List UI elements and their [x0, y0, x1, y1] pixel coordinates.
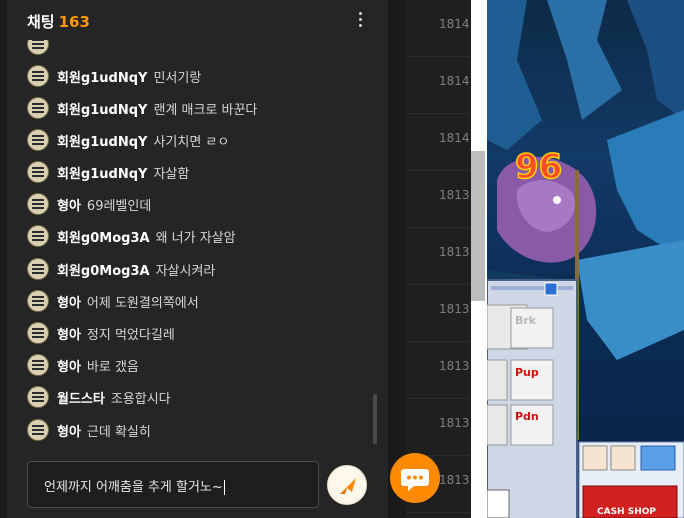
- list-item: [27, 40, 367, 56]
- list-number: 1813: [439, 473, 470, 487]
- list-number: 1813: [439, 302, 470, 316]
- list-number: 1813: [439, 245, 470, 259]
- speech-bubble-icon: [401, 469, 429, 491]
- message-text: 근데 확실히: [86, 424, 151, 440]
- stream-video[interactable]: 96 Brk Pup Pdn CASH SHOP: [487, 0, 684, 518]
- list-item: 형아 정지 먹었다길레: [27, 321, 367, 345]
- chat-header: 채팅 163: [7, 0, 388, 40]
- list-item: 회원g1udNqY 랜계 매크로 바꾼다: [27, 96, 367, 120]
- avatar: [27, 258, 49, 280]
- message-nickname[interactable]: 회원g1udNqY: [57, 131, 147, 150]
- message-nickname[interactable]: 월드스타: [57, 388, 105, 407]
- game-scene: 96 Brk Pup Pdn CASH SHOP: [487, 0, 684, 518]
- avatar: [27, 161, 49, 183]
- list-item: 형아 바로 갰음: [27, 353, 367, 377]
- message-text: 정지 먹었다길레: [86, 327, 175, 343]
- kebab-icon[interactable]: [354, 12, 366, 30]
- list-item: 회원g0Mog3A 자살시켜라: [27, 257, 367, 281]
- avatar: [27, 322, 49, 344]
- avatar: [27, 97, 49, 119]
- message-nickname[interactable]: 회원g1udNqY: [57, 99, 147, 118]
- message-nickname[interactable]: 회원g0Mog3A: [57, 260, 150, 279]
- message-nickname[interactable]: 회원g1udNqY: [57, 67, 147, 86]
- list-item[interactable]: 1813: [406, 171, 471, 228]
- page-scroll-thumb[interactable]: [471, 151, 485, 301]
- list-item: 회원g1udNqY 민서기랑: [27, 64, 367, 88]
- avatar: [27, 354, 49, 376]
- message-text: 랜계 매크로 바꾼다: [153, 102, 258, 118]
- message-nickname[interactable]: 회원g1udNqY: [57, 163, 147, 182]
- chat-title: 채팅 163: [27, 11, 90, 32]
- list-item[interactable]: 1813: [406, 399, 471, 456]
- number-list: 1814 1814 1814 1813 1813 1813 1813 1813 …: [406, 0, 471, 518]
- chat-input-value[interactable]: 언제까지 어깨춤을 추게 할거노~: [44, 476, 225, 495]
- avatar: [27, 129, 49, 151]
- chat-title-label: 채팅: [27, 13, 55, 31]
- list-item: 회원g1udNqY 자살함: [27, 160, 367, 184]
- message-nickname[interactable]: 형아: [57, 324, 81, 343]
- text-caret: [223, 480, 225, 495]
- avatar: [27, 290, 49, 312]
- message-text: 자살시켜라: [155, 263, 216, 279]
- svg-text:CASH SHOP: CASH SHOP: [597, 507, 656, 517]
- chat-scrollbar[interactable]: [373, 394, 377, 444]
- list-item[interactable]: 1813: [406, 285, 471, 342]
- message-text: 바로 갰음: [86, 359, 139, 375]
- list-item[interactable]: 1814: [406, 0, 471, 57]
- send-button[interactable]: [327, 465, 367, 505]
- list-number: 1814: [439, 131, 470, 145]
- svg-text:Pup: Pup: [515, 366, 539, 379]
- app-root: 채팅 163 회원g1udNqY 민서기랑 회원g1udNqY 랜계 매크로 바꾼…: [0, 0, 684, 518]
- message-nickname[interactable]: 형아: [57, 292, 81, 311]
- avatar: [27, 386, 49, 408]
- list-number: 1814: [439, 74, 470, 88]
- message-nickname[interactable]: 형아: [57, 195, 81, 214]
- chat-panel: 채팅 163 회원g1udNqY 민서기랑 회원g1udNqY 랜계 매크로 바꾼…: [7, 0, 388, 518]
- message-nickname[interactable]: 회원g0Mog3A: [57, 227, 150, 246]
- message-nickname[interactable]: 형아: [57, 356, 81, 375]
- avatar: [27, 193, 49, 215]
- list-item[interactable]: 1813: [406, 342, 471, 399]
- message-text: 사기치면 ㄹㅇ: [153, 134, 230, 150]
- avatar: [27, 40, 49, 55]
- list-number: 1814: [439, 17, 470, 31]
- message-text: 조용합시다: [110, 391, 171, 407]
- avatar: [27, 225, 49, 247]
- avatar: [27, 65, 49, 87]
- message-text: 민서기랑: [153, 70, 202, 86]
- list-item: 회원g0Mog3A 왜 너가 자살암: [27, 224, 367, 248]
- list-number: 1813: [439, 359, 470, 373]
- list-number: 1813: [439, 416, 470, 430]
- message-text: 69레벨인데: [86, 198, 152, 214]
- list-item: 회원g1udNqY 사기치면 ㄹㅇ: [27, 128, 367, 152]
- list-item[interactable]: 1814: [406, 114, 471, 171]
- message-nickname[interactable]: 형아: [57, 421, 81, 440]
- list-number: 1813: [439, 188, 470, 202]
- avatar: [27, 419, 49, 441]
- list-item: 형아 근데 확실히: [27, 418, 367, 442]
- message-text: 자살함: [153, 166, 190, 182]
- svg-text:96: 96: [515, 147, 562, 187]
- svg-text:Brk: Brk: [515, 314, 537, 327]
- message-list[interactable]: 회원g1udNqY 민서기랑 회원g1udNqY 랜계 매크로 바꾼다 회원g1…: [7, 40, 388, 450]
- chat-user-count: 163: [58, 13, 90, 31]
- message-text: 왜 너가 자살암: [155, 230, 236, 246]
- list-item: 월드스타 조용합시다: [27, 385, 367, 409]
- message-text: 어제 도원결의쪽에서: [86, 295, 199, 311]
- list-item[interactable]: 1814: [406, 57, 471, 114]
- chat-input-text: 언제까지 어깨춤을 추게 할거노~: [44, 480, 223, 495]
- list-item: 형아 69레벨인데: [27, 192, 367, 216]
- paper-plane-icon: [340, 478, 356, 494]
- chat-input[interactable]: 언제까지 어깨춤을 추게 할거노~: [27, 461, 319, 508]
- list-item[interactable]: 1813: [406, 228, 471, 285]
- list-item: 형아 어제 도원결의쪽에서: [27, 289, 367, 313]
- chat-fab-button[interactable]: [390, 453, 440, 503]
- svg-text:Pdn: Pdn: [515, 410, 539, 423]
